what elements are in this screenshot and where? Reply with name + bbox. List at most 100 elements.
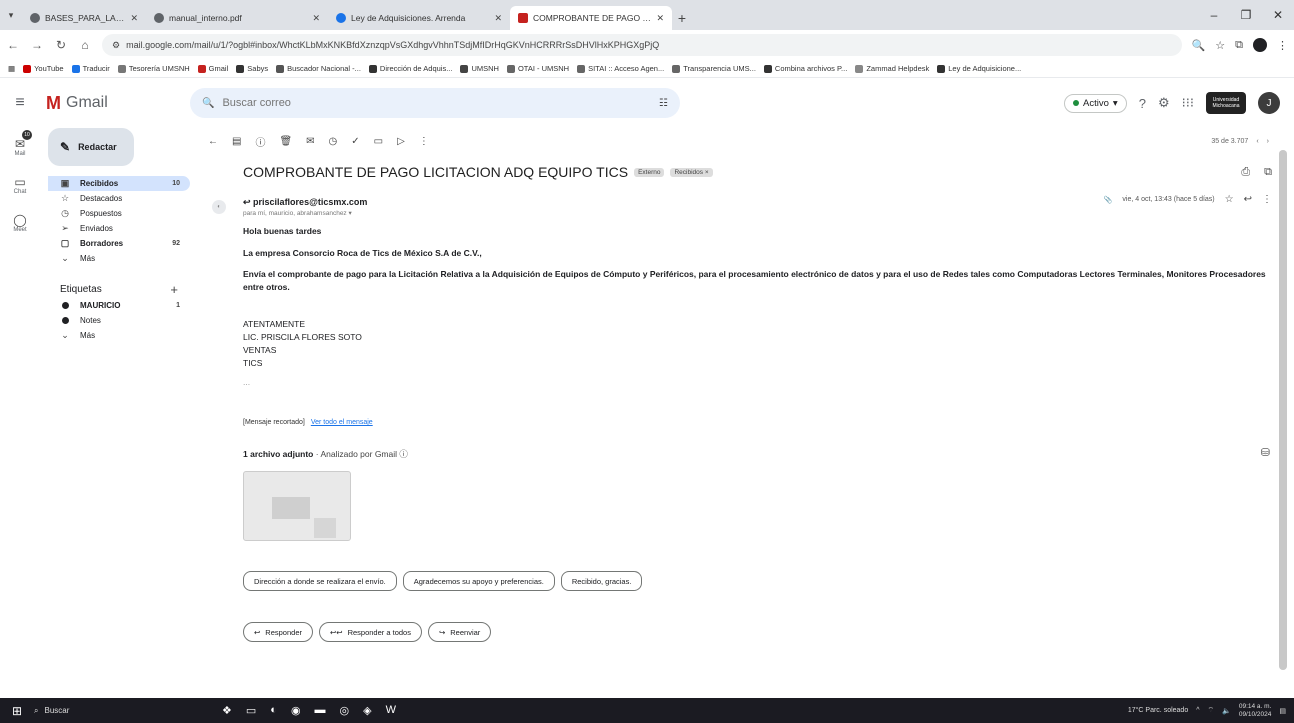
word-icon[interactable]: W	[386, 704, 396, 717]
mark-unread-icon[interactable]: ✉	[306, 136, 314, 147]
print-icon[interactable]: ⎙	[1241, 166, 1250, 179]
close-icon[interactable]: ✕	[130, 13, 138, 24]
close-icon[interactable]: ✕	[656, 13, 664, 24]
close-window-button[interactable]: ✕	[1262, 0, 1294, 30]
label-item-notes[interactable]: Notes	[48, 313, 190, 328]
explorer-icon[interactable]: ▬	[315, 704, 326, 717]
windows-start-icon[interactable]: ⊞	[0, 704, 34, 718]
report-spam-icon[interactable]: ⓘ	[255, 134, 265, 149]
tab-gmail[interactable]: COMPROBANTE DE PAGO LIC ✕	[510, 6, 672, 30]
tray-chevron-icon[interactable]: ^	[1196, 707, 1199, 714]
smart-reply-button[interactable]: Dirección a donde se realizara el envío.	[243, 571, 397, 591]
task-view-icon[interactable]: ▭	[246, 704, 256, 717]
add-to-drive-icon[interactable]: ⛁	[1261, 446, 1270, 459]
status-dropdown[interactable]: Activo ▾	[1064, 93, 1127, 113]
bookmark-item[interactable]: Zammad Helpdesk	[855, 64, 929, 73]
open-new-window-icon[interactable]: ⧉	[1264, 166, 1272, 179]
sidebar-item-snoozed[interactable]: ◷ Pospuestos	[48, 206, 190, 221]
home-icon[interactable]: ⌂	[78, 38, 92, 52]
add-task-icon[interactable]: ✓	[351, 136, 359, 147]
smart-reply-button[interactable]: Recibido, gracias.	[560, 571, 643, 591]
sidebar-item-more[interactable]: ⌄ Más	[48, 251, 190, 266]
bookmark-item[interactable]: Gmail	[197, 64, 228, 73]
help-icon[interactable]: ?	[1139, 96, 1146, 111]
back-arrow-icon[interactable]: ←	[208, 136, 218, 147]
rail-chat[interactable]: ▭ Chat	[0, 166, 40, 204]
bookmark-item[interactable]: Tesorería UMSNH	[117, 64, 190, 73]
back-icon[interactable]: ←	[6, 38, 20, 52]
add-label-button[interactable]: +	[170, 282, 178, 297]
forward-icon[interactable]: →	[30, 38, 44, 52]
volume-icon[interactable]: 🔈	[1222, 707, 1231, 715]
search-icon[interactable]: 🔍	[202, 98, 214, 109]
scrollbar-thumb[interactable]	[1279, 150, 1287, 670]
search-bar[interactable]: 🔍 ☷	[190, 88, 680, 118]
inbox-label-chip[interactable]: Recibidos ×	[670, 167, 713, 177]
organization-logo[interactable]: Universidad Michoacana	[1206, 92, 1246, 114]
next-page-icon[interactable]: ›	[1267, 138, 1269, 145]
network-icon[interactable]: ⌔	[1208, 706, 1215, 715]
site-info-icon[interactable]: ⚙	[112, 40, 120, 51]
extensions-icon[interactable]: ⧉	[1235, 39, 1243, 52]
clock[interactable]: 09:14 a. m. 09/10/2024	[1239, 703, 1272, 719]
bookmark-star-icon[interactable]: ☆	[1215, 39, 1225, 52]
more-options-icon[interactable]: ⋮	[419, 136, 429, 147]
reload-icon[interactable]: ↻	[54, 38, 68, 52]
tab-search-icon[interactable]: ▾	[0, 0, 22, 30]
maximize-button[interactable]: ❐	[1230, 0, 1262, 30]
search-input[interactable]	[222, 97, 652, 109]
sidebar-item-sent[interactable]: ➢ Enviados	[48, 221, 190, 236]
sender-avatar[interactable]: ◐	[212, 200, 226, 214]
more-options-icon[interactable]: ⋮	[1262, 194, 1272, 205]
widgets-icon[interactable]: ❖	[222, 704, 232, 717]
weather-widget[interactable]: 17°C Parc. soleado	[1128, 707, 1188, 714]
close-icon[interactable]: ✕	[312, 13, 320, 24]
tab-manual[interactable]: manual_interno.pdf ✕	[146, 6, 328, 30]
view-full-message-link[interactable]: Ver todo el mensaje	[311, 419, 373, 426]
sidebar-item-drafts[interactable]: ▢ Borradores 92	[48, 236, 190, 251]
scan-notice[interactable]: · Analizado por Gmail ⓘ	[316, 449, 408, 459]
move-to-icon[interactable]: ▭	[374, 136, 383, 147]
pinned-app-icon[interactable]: ◈	[363, 704, 371, 717]
forward-button[interactable]: ↪ Reenviar	[427, 622, 492, 642]
apps-grid-icon[interactable]: ▦	[8, 64, 15, 73]
bookmark-item[interactable]: Sabys	[236, 64, 268, 73]
tab-bases[interactable]: BASES_PARA_LA_LICITACION_ ✕	[22, 6, 146, 30]
scrollbar[interactable]	[1279, 150, 1287, 670]
minimize-button[interactable]: –	[1198, 0, 1230, 30]
reply-all-button[interactable]: ↩↩ Responder a todos	[319, 622, 422, 642]
bookmark-item[interactable]: Traducir	[71, 64, 110, 73]
bookmark-item[interactable]: Transparencia UMS...	[672, 64, 756, 73]
label-item-more[interactable]: ⌄ Más	[48, 328, 190, 343]
label-item-mauricio[interactable]: MAURICIO 1	[48, 298, 190, 313]
sidebar-item-starred[interactable]: ☆ Destacados	[48, 191, 190, 206]
tab-ley[interactable]: Ley de Adquisiciones. Arrenda ✕	[328, 6, 510, 30]
rail-mail[interactable]: ✉ 10 Mail	[0, 128, 40, 166]
archive-icon[interactable]: ▤	[232, 136, 241, 147]
recipients-line[interactable]: para mí, mauricio, abrahamsanchez ▾	[243, 209, 367, 217]
edge-icon[interactable]: ◐	[270, 704, 277, 717]
attachment-thumbnail[interactable]	[243, 471, 351, 541]
rail-meet[interactable]: ◯ Meet	[0, 204, 40, 242]
new-tab-button[interactable]: +	[672, 6, 692, 30]
delete-icon[interactable]: 🗑	[279, 136, 292, 147]
url-field[interactable]: ⚙ mail.google.com/mail/u/1/?ogbl#inbox/W…	[102, 34, 1182, 56]
close-icon[interactable]: ✕	[494, 13, 502, 24]
bookmark-item[interactable]: Ley de Adquisicione...	[937, 64, 1021, 73]
zoom-icon[interactable]: 🔍	[1192, 39, 1206, 52]
bookmark-item[interactable]: Combina archivos P...	[763, 64, 847, 73]
main-menu-icon[interactable]: ≡	[0, 94, 40, 112]
bookmark-item[interactable]: OTAI - UMSNH	[506, 64, 569, 73]
snooze-icon[interactable]: ◷	[329, 136, 338, 147]
bookmark-item[interactable]: UMSNH	[460, 64, 499, 73]
search-options-icon[interactable]: ☷	[659, 98, 668, 109]
quoted-text-toggle[interactable]: ...	[243, 376, 1273, 389]
smart-reply-button[interactable]: Agradecemos su apoyo y preferencias.	[402, 571, 555, 591]
bookmark-item[interactable]: Buscador Nacional -...	[276, 64, 361, 73]
star-icon[interactable]: ☆	[1225, 194, 1234, 205]
settings-gear-icon[interactable]: ⚙	[1158, 95, 1170, 111]
bookmark-item[interactable]: YouTube	[23, 64, 64, 73]
taskbar-search[interactable]: ⌕ Buscar	[34, 706, 194, 716]
bookmark-item[interactable]: SITAI :: Acceso Agen...	[577, 64, 664, 73]
label-icon[interactable]: ▷	[397, 136, 405, 147]
